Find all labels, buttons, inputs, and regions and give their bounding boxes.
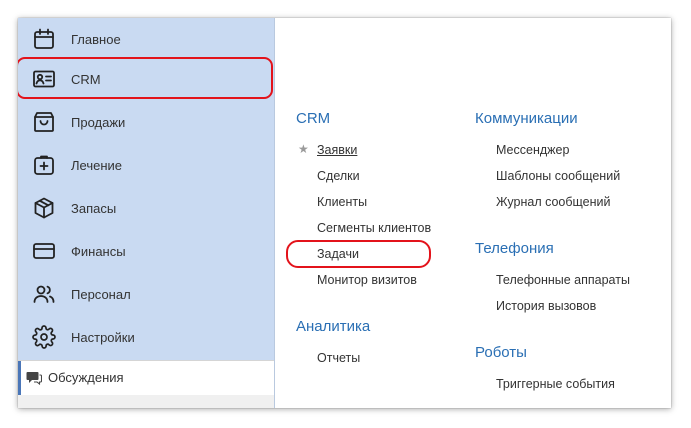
- sidebar: Главное CRM Продажи Лечение Запасы Финан…: [18, 18, 275, 408]
- discussions-label: Обсуждения: [48, 370, 124, 385]
- link-message-templates[interactable]: Шаблоны сообщений: [496, 169, 620, 183]
- calendar-icon: [32, 27, 56, 51]
- app-window: Главное CRM Продажи Лечение Запасы Финан…: [18, 18, 671, 408]
- star-icon[interactable]: ★: [298, 142, 309, 156]
- link-deals[interactable]: Сделки: [317, 169, 360, 183]
- link-requests[interactable]: Заявки: [317, 143, 357, 157]
- sidebar-item-label: Продажи: [71, 115, 126, 130]
- menu-content: [275, 18, 671, 408]
- sidebar-item-label: Лечение: [71, 158, 123, 173]
- sidebar-item-label: Финансы: [71, 244, 126, 259]
- link-message-log[interactable]: Журнал сообщений: [496, 195, 611, 209]
- sidebar-item-main[interactable]: Главное: [18, 18, 274, 61]
- sidebar-item-label: Главное: [71, 32, 121, 47]
- section-title-telephony: Телефония: [475, 240, 554, 257]
- sidebar-item-personnel[interactable]: Персонал: [18, 273, 274, 316]
- link-tasks[interactable]: Задачи: [317, 247, 359, 261]
- link-trigger-events[interactable]: Триггерные события: [496, 377, 615, 391]
- sidebar-item-sales[interactable]: Продажи: [18, 101, 274, 144]
- gear-icon: [32, 325, 56, 349]
- sidebar-item-treatment[interactable]: Лечение: [18, 144, 274, 187]
- sidebar-footer: [18, 395, 274, 408]
- discussions-panel[interactable]: Обсуждения: [18, 360, 274, 396]
- chat-icon: [26, 370, 43, 386]
- link-phone-devices[interactable]: Телефонные аппараты: [496, 273, 630, 287]
- sidebar-item-settings[interactable]: Настройки: [18, 316, 274, 359]
- sidebar-item-finance[interactable]: Финансы: [18, 230, 274, 273]
- shopping-bag-icon: [32, 110, 56, 134]
- credit-card-icon: [32, 239, 56, 263]
- sidebar-item-label: Персонал: [71, 287, 131, 302]
- medical-case-icon: [32, 153, 56, 177]
- discussions-accent-bar: [18, 361, 21, 395]
- contact-card-icon: [32, 67, 56, 91]
- link-call-history[interactable]: История вызовов: [496, 299, 596, 313]
- sidebar-item-label: Настройки: [71, 330, 135, 345]
- link-reports[interactable]: Отчеты: [317, 351, 360, 365]
- sidebar-item-crm[interactable]: CRM: [18, 58, 274, 101]
- section-title-communications: Коммуникации: [475, 110, 578, 127]
- section-title-crm: CRM: [296, 110, 331, 127]
- section-title-analytics: Аналитика: [296, 318, 371, 335]
- link-messenger[interactable]: Мессенджер: [496, 143, 569, 157]
- sidebar-item-stock[interactable]: Запасы: [18, 187, 274, 230]
- link-clients[interactable]: Клиенты: [317, 195, 367, 209]
- sidebar-item-label: Запасы: [71, 201, 117, 216]
- people-icon: [32, 282, 56, 306]
- link-client-segments[interactable]: Сегменты клиентов: [317, 221, 431, 235]
- link-visit-monitor[interactable]: Монитор визитов: [317, 273, 417, 287]
- sidebar-item-label: CRM: [71, 72, 101, 87]
- section-title-robots: Роботы: [475, 344, 527, 361]
- box-icon: [32, 196, 56, 220]
